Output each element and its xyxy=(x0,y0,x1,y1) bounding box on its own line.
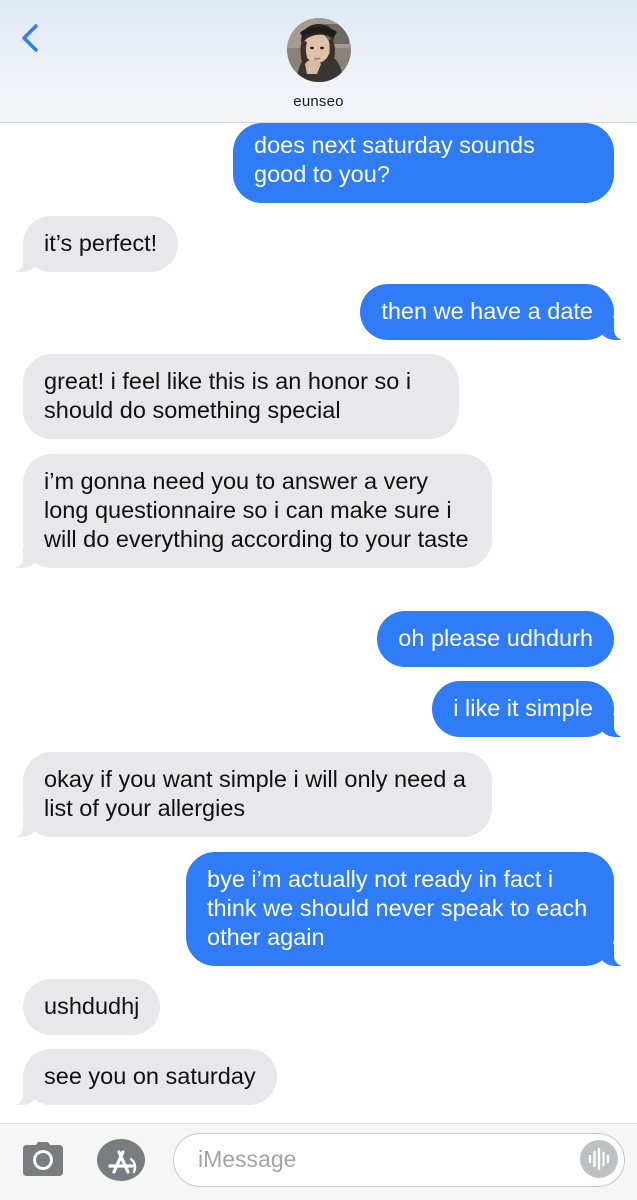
camera-icon xyxy=(23,1142,63,1176)
message-bubble-received[interactable]: see you on saturday xyxy=(12,1049,277,1105)
message-text: it’s perfect! xyxy=(44,230,158,256)
contact-avatar[interactable] xyxy=(287,18,351,82)
message-text: oh please udhdurh xyxy=(398,625,593,651)
conversation-header: eunseo xyxy=(0,0,637,123)
chevron-left-icon xyxy=(22,24,38,52)
messages-screen: does next saturday sounds good to you? i… xyxy=(0,0,637,1200)
camera-button[interactable] xyxy=(22,1141,64,1177)
message-text: i’m gonna need you to answer a very long… xyxy=(44,468,469,552)
message-text: then we have a date xyxy=(381,298,593,324)
message-bubble-received[interactable]: okay if you want simple i will only need… xyxy=(12,752,492,837)
imessage-field[interactable] xyxy=(173,1133,625,1187)
message-bubble-sent[interactable]: oh please udhdurh xyxy=(377,611,614,667)
message-text: see you on saturday xyxy=(44,1063,256,1089)
imessage-input[interactable] xyxy=(198,1134,558,1185)
message-bubble-sent[interactable]: does next saturday sounds good to you? xyxy=(233,123,614,203)
message-text: does next saturday sounds good to you? xyxy=(254,132,535,187)
back-button[interactable] xyxy=(14,18,50,58)
message-text: bye i’m actually not ready in fact i thi… xyxy=(207,866,588,950)
contact-name[interactable]: eunseo xyxy=(0,93,637,110)
conversation-thread[interactable]: does next saturday sounds good to you? i… xyxy=(0,0,637,1123)
message-text: i like it simple xyxy=(453,695,593,721)
message-text: ushdudhj xyxy=(44,993,140,1019)
avatar-photo xyxy=(287,18,351,82)
audio-waveform-icon xyxy=(588,1147,610,1171)
message-bubble-received[interactable]: it’s perfect! xyxy=(11,216,179,272)
message-bubble-sent[interactable]: bye i’m actually not ready in fact i thi… xyxy=(186,852,625,966)
message-input-bar xyxy=(0,1123,637,1200)
message-bubble-sent[interactable]: i like it simple xyxy=(432,681,625,737)
app-store-button[interactable] xyxy=(96,1138,146,1182)
message-bubble-sent[interactable]: then we have a date xyxy=(360,284,625,340)
message-text: great! i feel like this is an honor so i… xyxy=(44,368,412,423)
message-bubble-received[interactable]: great! i feel like this is an honor so i… xyxy=(23,354,459,439)
audio-message-button[interactable] xyxy=(580,1140,618,1178)
message-text: okay if you want simple i will only need… xyxy=(44,766,466,821)
app-store-icon xyxy=(97,1139,145,1181)
message-bubble-received[interactable]: i’m gonna need you to answer a very long… xyxy=(12,454,492,568)
message-bubble-received[interactable]: ushdudhj xyxy=(23,979,161,1035)
